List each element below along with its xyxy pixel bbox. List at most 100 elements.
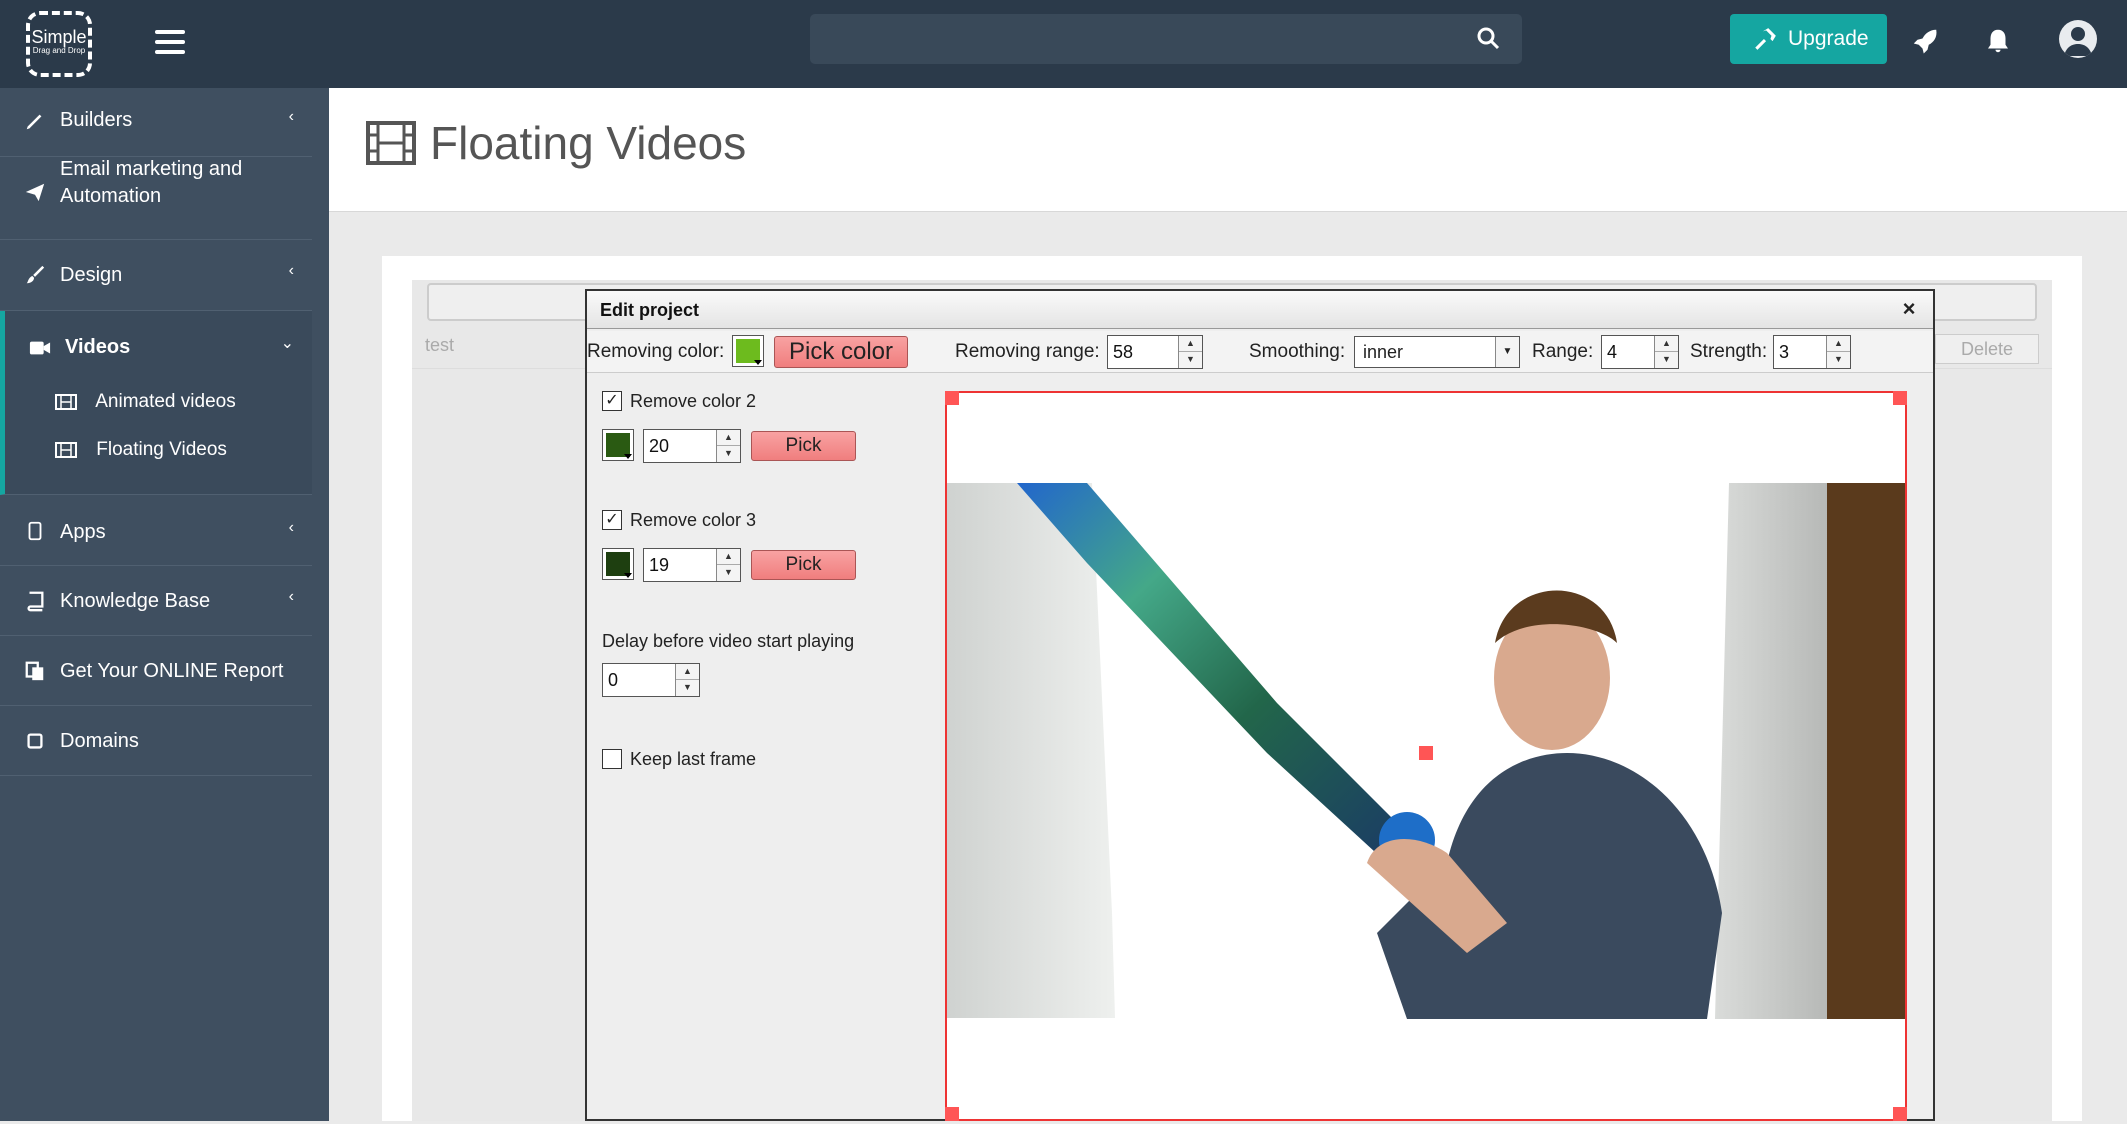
square-icon <box>27 733 43 749</box>
dialog-title-bar[interactable]: Edit project × <box>587 291 1933 329</box>
rocket-icon[interactable] <box>1910 26 1940 56</box>
top-navbar: Simple Drag and Drop Upgrade <box>0 0 2127 88</box>
spin-down-icon[interactable]: ▼ <box>717 446 740 462</box>
upgrade-button[interactable]: Upgrade <box>1730 14 1887 64</box>
chevron-down-icon[interactable]: ▼ <box>1495 337 1519 367</box>
film-icon <box>55 441 77 458</box>
keep-last-frame-checkbox[interactable] <box>602 749 622 769</box>
hammer-icon <box>1755 28 1776 50</box>
chevron-left-icon: ‹ <box>288 108 294 125</box>
removing-color-label: Removing color: <box>587 341 725 362</box>
spin-down-icon[interactable]: ▼ <box>717 565 740 581</box>
edit-project-dialog: Edit project × Removing color: Pick colo… <box>585 289 1935 1121</box>
spin-down-icon[interactable]: ▼ <box>1655 352 1678 368</box>
remove-color2-label: Remove color 2 <box>630 391 757 411</box>
spin-down-icon[interactable]: ▼ <box>1827 352 1850 368</box>
page-title-text: Floating Videos <box>430 117 747 169</box>
upgrade-label: Upgrade <box>1788 27 1869 50</box>
smoothing-value: inner <box>1363 342 1404 362</box>
options-panel: ✓ Remove color 2 20 ▲ ▼ Pick ✓ Remove col… <box>587 375 912 1121</box>
tablet-icon <box>28 521 42 541</box>
sidebar-item-label: Knowledge Base <box>60 590 211 612</box>
sidebar-subitem-label: Floating Videos <box>96 439 227 460</box>
sidebar-item-videos[interactable]: Videos ⌄ Animated videos Floating Videos <box>0 311 312 495</box>
chevron-left-icon: ‹ <box>288 262 294 279</box>
book-icon <box>27 591 44 612</box>
app-logo[interactable]: Simple Drag and Drop <box>26 11 92 77</box>
delete-button[interactable]: Delete <box>1935 334 2039 364</box>
removing-range-stepper[interactable]: 58 ▲ ▼ <box>1107 335 1203 369</box>
dialog-toolbar: Removing color: Pick color Removing rang… <box>587 331 1933 373</box>
resize-handle[interactable] <box>945 391 959 405</box>
sidebar-item-domains[interactable]: Domains <box>0 706 312 776</box>
page-title: Floating Videos <box>366 116 746 170</box>
pick-color-button[interactable]: Pick color <box>774 336 908 368</box>
remove-color3-checkbox[interactable]: ✓ <box>602 510 622 530</box>
color2-swatch[interactable] <box>602 429 634 461</box>
range-value: 4 <box>1607 342 1618 362</box>
spin-down-icon[interactable]: ▼ <box>1179 352 1202 368</box>
color2-range-stepper[interactable]: 20 ▲ ▼ <box>643 429 741 463</box>
move-handle[interactable] <box>1419 746 1433 760</box>
sidebar-item-design[interactable]: Design ‹ <box>0 240 312 311</box>
delay-value: 0 <box>608 670 619 690</box>
sidebar-item-label: Builders <box>60 109 133 131</box>
sidebar-item-label: Videos <box>65 336 131 358</box>
sidebar-item-email-marketing[interactable]: Email marketing and Automation <box>0 157 312 240</box>
pick-color2-button[interactable]: Pick <box>751 431 856 461</box>
remove-color2-checkbox[interactable]: ✓ <box>602 391 622 411</box>
search-icon[interactable] <box>1476 26 1500 50</box>
bell-icon[interactable] <box>1983 26 2013 56</box>
logo-subtext: Drag and Drop <box>32 46 86 55</box>
sidebar-item-builders[interactable]: Builders ‹ <box>0 88 312 157</box>
menu-toggle-icon[interactable] <box>155 30 185 58</box>
film-icon <box>366 121 416 165</box>
sidebar-item-knowledge-base[interactable]: Knowledge Base ‹ <box>0 566 312 636</box>
search-input[interactable] <box>810 14 1522 64</box>
sidebar-item-online-report[interactable]: Get Your ONLINE Report <box>0 636 312 706</box>
spin-up-icon[interactable]: ▲ <box>676 664 699 680</box>
spin-up-icon[interactable]: ▲ <box>1827 336 1850 352</box>
range-label: Range: <box>1532 341 1594 362</box>
removing-range-label: Removing range: <box>955 341 1100 362</box>
color3-swatch[interactable] <box>602 548 634 580</box>
delay-stepper[interactable]: 0 ▲ ▼ <box>602 663 700 697</box>
video-preview[interactable] <box>945 391 1907 1121</box>
spin-up-icon[interactable]: ▲ <box>1179 336 1202 352</box>
strength-value: 3 <box>1779 342 1790 362</box>
brush-icon <box>26 265 45 284</box>
spin-up-icon[interactable]: ▲ <box>1655 336 1678 352</box>
strength-label: Strength: <box>1690 341 1768 362</box>
project-row-name[interactable]: test <box>425 335 454 356</box>
film-icon <box>55 393 77 410</box>
spin-down-icon[interactable]: ▼ <box>676 680 699 696</box>
strength-stepper[interactable]: 3 ▲ ▼ <box>1773 335 1851 369</box>
sidebar-item-label: Domains <box>60 730 139 752</box>
sidebar-item-apps[interactable]: Apps ‹ <box>0 495 312 566</box>
close-icon[interactable]: × <box>1897 297 1921 321</box>
chevron-left-icon: ‹ <box>288 588 294 605</box>
smoothing-select[interactable]: inner ▼ <box>1354 336 1520 368</box>
resize-handle[interactable] <box>1893 391 1907 405</box>
resize-handle[interactable] <box>1893 1107 1907 1121</box>
removing-color-swatch[interactable] <box>732 335 764 367</box>
resize-handle[interactable] <box>945 1107 959 1121</box>
delay-label: Delay before video start playing <box>602 631 855 651</box>
sidebar-item-label: Get Your ONLINE Report <box>60 660 284 682</box>
chevron-down-icon: ⌄ <box>280 335 294 352</box>
sidebar-subitem-floating-videos[interactable]: Floating Videos <box>55 439 227 461</box>
color3-range-stepper[interactable]: 19 ▲ ▼ <box>643 548 741 582</box>
user-avatar[interactable] <box>2059 20 2097 58</box>
removing-range-value: 58 <box>1113 342 1134 362</box>
range-stepper[interactable]: 4 ▲ ▼ <box>1601 335 1679 369</box>
dialog-title: Edit project <box>600 300 700 320</box>
spin-up-icon[interactable]: ▲ <box>717 549 740 565</box>
logo-text: Simple <box>31 27 87 47</box>
copy-icon <box>25 661 44 681</box>
video-camera-icon <box>29 341 51 355</box>
sidebar-subitem-animated-videos[interactable]: Animated videos <box>55 391 236 413</box>
spin-up-icon[interactable]: ▲ <box>717 430 740 446</box>
sidebar-item-label: Design <box>60 264 123 286</box>
pick-color3-button[interactable]: Pick <box>751 550 856 580</box>
sidebar-item-label: Apps <box>60 521 106 543</box>
